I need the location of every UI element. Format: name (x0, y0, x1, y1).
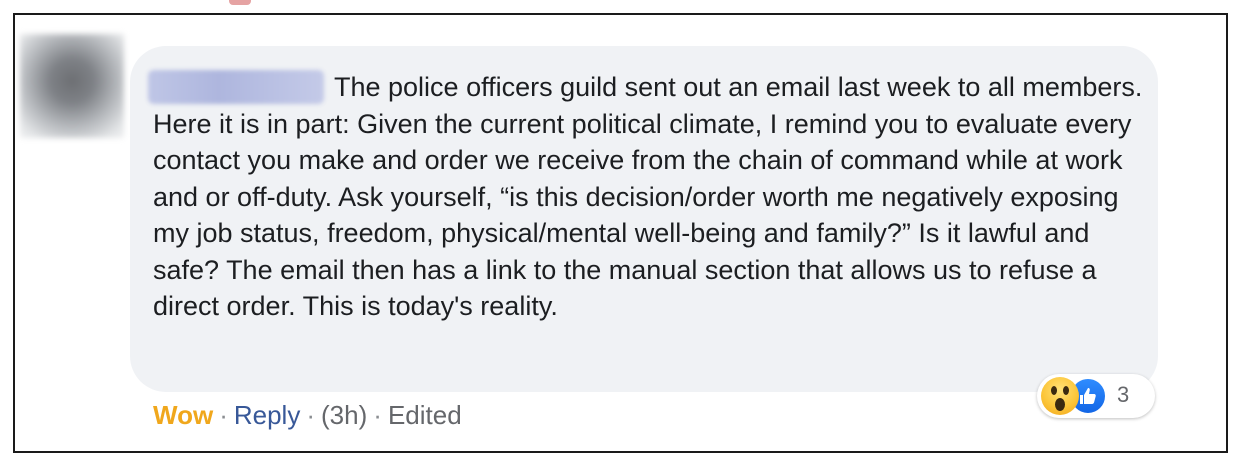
reaction-count: 3 (1117, 382, 1130, 407)
wow-reaction-button[interactable]: Wow (153, 398, 213, 432)
reaction-summary[interactable]: 3 (1037, 374, 1155, 418)
timestamp-link[interactable]: (3h) (321, 398, 367, 432)
edited-link[interactable]: Edited (388, 398, 462, 432)
wow-icon (1041, 377, 1079, 415)
avatar[interactable] (20, 34, 124, 138)
top-accent-mark (229, 0, 251, 5)
wow-eye-right (1063, 386, 1069, 395)
comment-actions: Wow · Reply · (3h) · Edited (153, 398, 462, 432)
comment-text: The police officers guild sent out an em… (153, 72, 1143, 321)
action-separator: · (219, 400, 228, 430)
action-separator: · (306, 400, 316, 430)
wow-eye-left (1051, 386, 1057, 395)
reply-button[interactable]: Reply (234, 398, 300, 432)
action-separator: · (373, 400, 382, 430)
wow-mouth (1055, 398, 1065, 411)
